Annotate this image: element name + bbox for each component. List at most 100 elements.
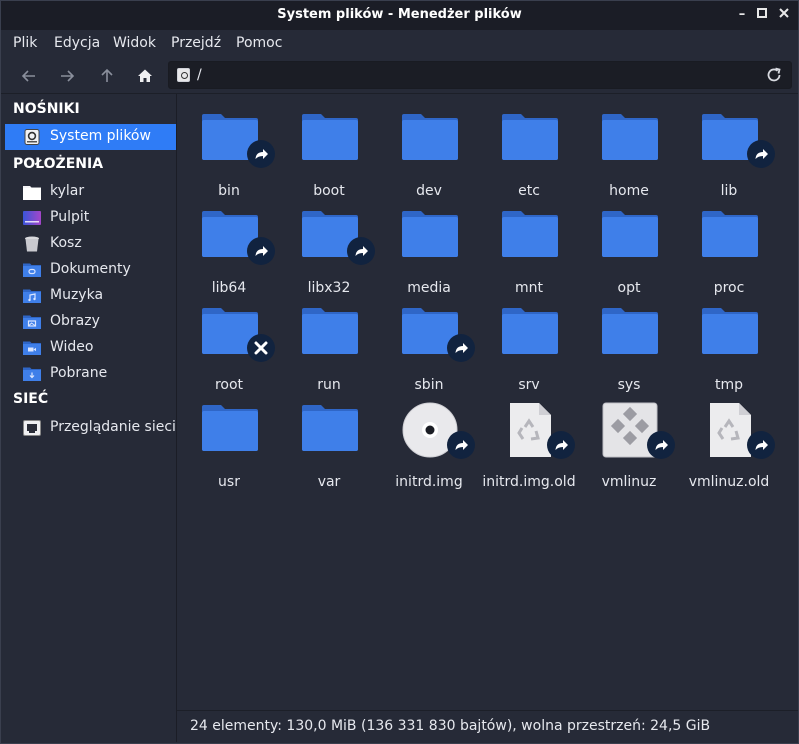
file-item-home[interactable]: home [579,106,679,203]
folder-icon [301,110,359,168]
archive-file-icon [501,401,575,459]
drive-icon [24,129,40,145]
symlink-emblem [247,140,275,168]
symlink-emblem-icon [455,343,468,353]
folder-icon [401,207,459,265]
file-name: proc [713,280,745,296]
file-item-lib64[interactable]: lib64 [179,203,279,300]
file-name: boot [313,183,345,199]
minimize-button[interactable]: – [734,7,750,23]
sidebar-item-kylar[interactable]: kylar [5,179,176,205]
file-name: root [214,377,244,393]
sidebar-item-desktop[interactable]: Pulpit [5,205,176,231]
back-button[interactable] [16,63,42,89]
folder-icon [501,207,559,265]
folder-icon [601,110,659,168]
file-item-bin[interactable]: bin [179,106,279,203]
file-item-libx32[interactable]: libx32 [279,203,379,300]
file-item-sys[interactable]: sys [579,300,679,397]
file-name: sys [617,377,641,393]
drive-icon [177,68,190,82]
sidebar-header-places: POŁOŻENIA [13,156,104,172]
home-button[interactable] [132,63,158,89]
file-item-run[interactable]: run [279,300,379,397]
close-button[interactable] [776,7,792,23]
folder-icon [301,304,359,362]
title-bar[interactable]: System plików - Menedżer plików – [1,1,798,30]
symlink-emblem-icon [255,149,268,159]
symlink-emblem-icon [755,440,768,450]
arrow-up-icon [101,68,113,82]
file-name: tmp [714,377,743,393]
reload-icon [767,67,781,82]
forward-button[interactable] [54,63,80,89]
file-item-srv[interactable]: srv [479,300,579,397]
maximize-icon [757,8,767,18]
file-item-root[interactable]: root [179,300,279,397]
sidebar-item-label: Pobrane [50,365,108,381]
file-name: sbin [414,377,444,393]
file-item-mnt[interactable]: mnt [479,203,579,300]
file-item-dev[interactable]: dev [379,106,479,203]
folder-icon [301,207,375,265]
file-item-var[interactable]: var [279,397,379,494]
close-icon [779,8,789,18]
file-name: run [317,377,341,393]
location-path: / [197,67,202,83]
file-item-boot[interactable]: boot [279,106,379,203]
file-name: vmlinuz.old [688,474,770,490]
file-item-sbin[interactable]: sbin [379,300,479,397]
file-item-initrd-img[interactable]: initrd.img [379,397,479,494]
sidebar-item-trash[interactable]: Kosz [5,231,176,257]
file-item-usr[interactable]: usr [179,397,279,494]
file-name: bin [218,183,240,199]
file-item-vmlinuz[interactable]: vmlinuz [579,397,679,494]
folder-icon [401,304,475,362]
sidebar-item-documents[interactable]: Dokumenty [5,257,176,283]
symlink-emblem-icon [255,246,268,256]
sidebar-item-downloads[interactable]: Pobrane [5,361,176,387]
file-name: media [407,280,451,296]
file-item-etc[interactable]: etc [479,106,579,203]
file-item-vmlinuz-old[interactable]: vmlinuz.old [679,397,779,494]
folder-icon [201,110,275,168]
sidebar-item-network[interactable]: Przeglądanie sieci [5,415,176,441]
file-item-opt[interactable]: opt [579,203,679,300]
folder-icon [501,304,559,362]
symlink-emblem-icon [455,440,468,450]
menu-file[interactable]: Plik [13,35,37,51]
file-name: home [609,183,649,199]
sidebar-item-videos[interactable]: Wideo [5,335,176,361]
menu-help[interactable]: Pomoc [236,35,282,51]
file-item-tmp[interactable]: tmp [679,300,779,397]
file-item-lib[interactable]: lib [679,106,779,203]
reload-button[interactable] [765,66,783,88]
folder-icon [201,304,275,362]
symlink-emblem [447,334,475,362]
file-name: opt [617,280,641,296]
sidebar-item-pictures[interactable]: Obrazy [5,309,176,335]
folder-icon [601,304,659,362]
menu-view[interactable]: Widok [113,35,156,51]
up-button[interactable] [94,63,120,89]
file-name: initrd.img [395,474,463,490]
file-item-proc[interactable]: proc [679,203,779,300]
menu-go[interactable]: Przejdź [171,35,221,51]
file-icon-view[interactable]: bin boot dev etc home lib lib64 libx32 media mnt o… [177,94,798,710]
symlink-emblem-icon [555,440,568,450]
file-item-media[interactable]: media [379,203,479,300]
sidebar: NOŚNIKI System plików POŁOŻENIA kylar Pu… [1,94,176,742]
menu-edit[interactable]: Edycja [54,35,100,51]
folder-icon [301,401,359,459]
downloads-folder-icon [23,367,41,381]
sidebar-item-music[interactable]: Muzyka [5,283,176,309]
maximize-button[interactable] [754,7,770,23]
symlink-emblem [747,140,775,168]
sidebar-item-filesystem[interactable]: System plików [5,124,176,150]
network-icon [23,420,41,436]
file-name: libx32 [307,280,351,296]
sidebar-item-label: Dokumenty [50,261,131,277]
file-item-initrd-img-old[interactable]: initrd.img.old [479,397,579,494]
sidebar-item-label: Muzyka [50,287,104,303]
location-bar[interactable]: / [168,61,792,89]
